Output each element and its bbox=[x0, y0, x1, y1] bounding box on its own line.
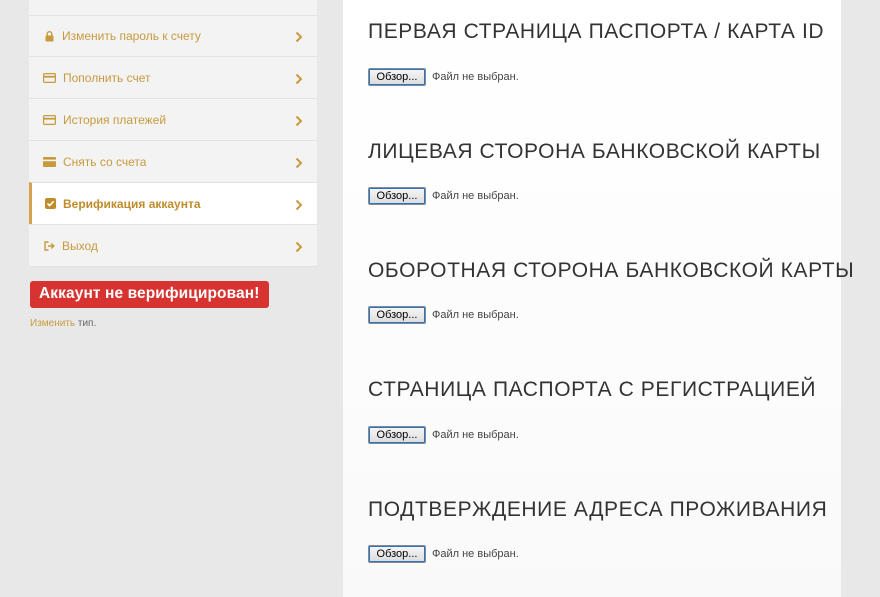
account-menu: Изменить пароль к счету Пополнить счет И… bbox=[29, 0, 317, 267]
chevron-right-icon bbox=[294, 72, 304, 84]
sign-out-icon bbox=[43, 240, 55, 252]
upload-section-card-back: ОБОРОТНАЯ СТОРОНА БАНКОВСКОЙ КАРТЫ Обзор… bbox=[368, 259, 855, 324]
sidebar-item-change-password[interactable]: Изменить пароль к счету bbox=[29, 15, 317, 56]
browse-button[interactable]: Обзор... bbox=[368, 187, 426, 205]
lock-icon bbox=[43, 30, 55, 42]
sidebar-item-label: Снять со счета bbox=[63, 154, 147, 169]
change-type-suffix: тип. bbox=[75, 318, 97, 329]
section-title: ПОДТВЕРЖДЕНИЕ АДРЕСА ПРОЖИВАНИЯ bbox=[368, 498, 828, 521]
verification-upload-panel: ПЕРВАЯ СТРАНИЦА ПАСПОРТА / КАРТА ID Обзо… bbox=[343, 0, 855, 597]
sidebar-item-withdraw[interactable]: Снять со счета bbox=[29, 140, 317, 182]
upload-section-passport-registration: СТРАНИЦА ПАСПОРТА С РЕГИСТРАЦИЕЙ Обзор..… bbox=[368, 378, 828, 444]
chevron-right-icon bbox=[294, 114, 304, 126]
sidebar-item-payment-history[interactable]: История платежей bbox=[29, 98, 317, 140]
section-title: СТРАНИЦА ПАСПОРТА С РЕГИСТРАЦИЕЙ bbox=[368, 378, 817, 401]
upload-section-card-front: ЛИЦЕВАЯ СТОРОНА БАНКОВСКОЙ КАРТЫ Обзор..… bbox=[368, 140, 828, 205]
file-status: Файл не выбран. bbox=[432, 548, 519, 560]
file-input: Обзор... Файл не выбран. bbox=[368, 545, 519, 563]
chevron-right-icon bbox=[294, 240, 304, 252]
file-status: Файл не выбран. bbox=[432, 429, 519, 441]
chevron-right-icon bbox=[294, 156, 304, 168]
file-status: Файл не выбран. bbox=[432, 309, 519, 321]
credit-card-filled-icon bbox=[43, 156, 56, 168]
browse-button[interactable]: Обзор... bbox=[368, 68, 426, 86]
sidebar-item-logout[interactable]: Выход bbox=[29, 224, 317, 266]
file-input: Обзор... Файл не выбран. bbox=[368, 426, 519, 444]
section-title: ЛИЦЕВАЯ СТОРОНА БАНКОВСКОЙ КАРТЫ bbox=[368, 140, 821, 163]
chevron-right-icon bbox=[294, 198, 304, 210]
sidebar-item-verification[interactable]: Верификация аккаунта bbox=[29, 182, 317, 224]
sidebar-item-label: Пополнить счет bbox=[63, 70, 151, 85]
sidebar-item-label: История платежей bbox=[63, 112, 167, 127]
file-status: Файл не выбран. bbox=[432, 190, 519, 202]
verification-status-badge: Аккаунт не верифицирован! bbox=[30, 281, 269, 308]
section-title: ПЕРВАЯ СТРАНИЦА ПАСПОРТА / КАРТА ID bbox=[368, 20, 825, 43]
file-input: Обзор... Файл не выбран. bbox=[368, 68, 519, 86]
menu-top-edge bbox=[29, 0, 317, 15]
browse-button[interactable]: Обзор... bbox=[368, 545, 426, 563]
sidebar-item-label: Верификация аккаунта bbox=[63, 196, 201, 211]
sidebar-item-label: Изменить пароль к счету bbox=[62, 29, 201, 43]
credit-card-icon bbox=[43, 114, 56, 126]
section-title: ОБОРОТНАЯ СТОРОНА БАНКОВСКОЙ КАРТЫ bbox=[368, 259, 855, 282]
upload-section-address-proof: ПОДТВЕРЖДЕНИЕ АДРЕСА ПРОЖИВАНИЯ Обзор...… bbox=[368, 498, 828, 563]
credit-card-icon bbox=[43, 72, 56, 84]
file-input: Обзор... Файл не выбран. bbox=[368, 187, 519, 205]
sidebar-item-label: Выход bbox=[62, 238, 98, 253]
file-input: Обзор... Файл не выбран. bbox=[368, 306, 519, 324]
file-status: Файл не выбран. bbox=[432, 71, 519, 83]
browse-button[interactable]: Обзор... bbox=[368, 426, 426, 444]
change-type-link[interactable]: Изменить bbox=[30, 318, 75, 329]
sidebar-item-top-up[interactable]: Пополнить счет bbox=[29, 56, 317, 98]
chevron-right-icon bbox=[294, 30, 304, 43]
change-type-note: Изменить тип. bbox=[30, 318, 317, 329]
sidebar: Изменить пароль к счету Пополнить счет И… bbox=[29, 0, 317, 329]
browse-button[interactable]: Обзор... bbox=[368, 306, 426, 324]
check-square-icon bbox=[44, 198, 56, 210]
upload-section-passport-first-page: ПЕРВАЯ СТРАНИЦА ПАСПОРТА / КАРТА ID Обзо… bbox=[368, 20, 828, 86]
